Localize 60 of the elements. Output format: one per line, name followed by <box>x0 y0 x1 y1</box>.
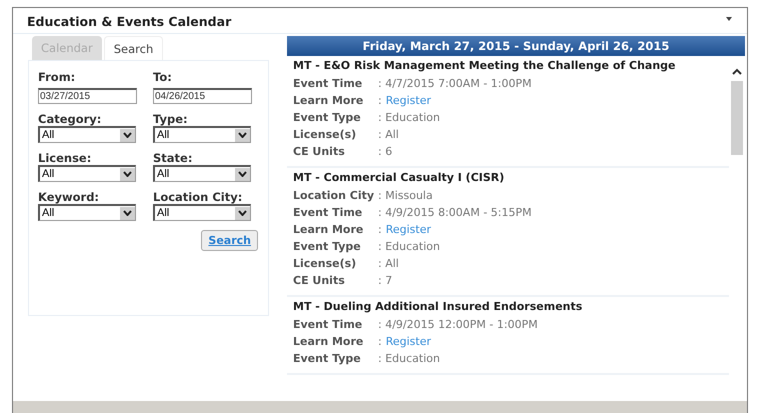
chevron-down-icon <box>123 210 132 216</box>
detail-label: Location City <box>293 188 376 204</box>
detail-value: : 4/7/2015 7:00AM - 1:00PM <box>378 76 532 92</box>
field-label: Category: <box>38 112 102 126</box>
detail-value: : 4/9/2015 8:00AM - 5:15PM <box>378 205 532 221</box>
detail-value: : 6 <box>378 144 392 160</box>
detail-label: Learn More <box>293 93 364 109</box>
field-label: To: <box>153 70 173 84</box>
colon-text: : <box>378 334 382 350</box>
field-label: License: <box>38 151 92 165</box>
detail-value: : Education <box>378 110 440 126</box>
field-label: Location City: <box>153 190 244 204</box>
date-range-header: Friday, March 27, 2015 - Sunday, April 26, 2015 <box>287 36 745 56</box>
colon-text: : <box>378 222 382 238</box>
event-title: MT - Commercial Casualty I (CISR) <box>293 171 506 184</box>
detail-value: : Missoula <box>378 188 433 204</box>
field-label: Keyword: <box>38 190 100 204</box>
chevron-down-icon <box>123 171 132 177</box>
detail-label: Learn More <box>293 222 364 238</box>
dropdown[interactable]: All <box>153 204 251 221</box>
scrollbar-thumb[interactable] <box>731 81 743 155</box>
panel-title: Education & Events Calendar <box>27 14 232 29</box>
colon-text: : <box>378 93 382 109</box>
detail-label: License(s) <box>293 127 358 143</box>
detail-label: Event Time <box>293 205 364 221</box>
chevron-down-icon <box>238 171 247 177</box>
dropdown-arrow-icon[interactable] <box>725 16 733 22</box>
detail-label: CE Units <box>293 144 346 160</box>
detail-label: Event Time <box>293 317 364 333</box>
detail-value: : All <box>378 127 399 143</box>
search-button[interactable]: Search <box>201 230 258 251</box>
dropdown[interactable]: All <box>38 165 136 182</box>
detail-value: : 4/9/2015 12:00PM - 1:00PM <box>378 317 538 333</box>
detail-value: : 7 <box>378 273 392 289</box>
detail-value: : All <box>378 256 399 272</box>
detail-label: Learn More <box>293 334 364 350</box>
detail-label: License(s) <box>293 256 358 272</box>
detail-value: : Education <box>378 239 440 255</box>
detail-label: Event Type <box>293 351 362 367</box>
dropdown[interactable]: All <box>153 126 251 143</box>
chevron-down-icon <box>238 132 247 138</box>
event-title: MT - Dueling Additional Insured Endorsements <box>293 300 584 313</box>
detail-label: Event Time <box>293 76 364 92</box>
dropdown[interactable]: All <box>38 204 136 221</box>
date-field[interactable]: 03/27/2015 <box>38 88 137 104</box>
detail-label: CE Units <box>293 273 346 289</box>
tab[interactable]: Search <box>104 36 164 60</box>
event-title: MT - E&O Risk Management Meeting the Challenge of Change <box>293 59 676 72</box>
field-label: Type: <box>153 112 189 126</box>
field-label: From: <box>38 70 76 84</box>
field-label: State: <box>153 151 194 165</box>
scroll-up-icon[interactable] <box>732 68 742 75</box>
chevron-down-icon <box>123 132 132 138</box>
chevron-down-icon <box>238 210 247 216</box>
detail-label: Event Type <box>293 110 362 126</box>
date-field[interactable]: 04/26/2015 <box>153 88 252 104</box>
dropdown[interactable]: All <box>153 165 251 182</box>
detail-label: Event Type <box>293 239 362 255</box>
dropdown[interactable]: All <box>38 126 136 143</box>
detail-value: : Education <box>378 351 440 367</box>
